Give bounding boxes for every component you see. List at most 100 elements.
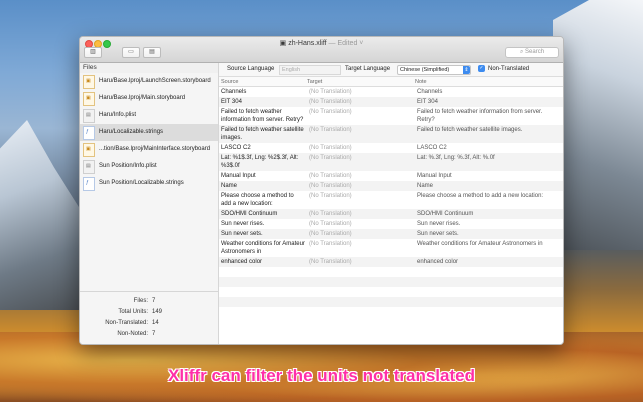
unit-row[interactable]: Lat: %1$.3f, Lng: %2$.3f, Alt: %3$.0f (No… [219,153,563,171]
source-language-label: Source Language [227,66,275,72]
unit-target[interactable]: (No Translation) [307,191,415,209]
app-window: ▣ zh-Hans.xliff — Edited ˅ ▥ ▭ ▤ ⌕ Searc… [79,36,564,345]
unit-source: Sun never rises. [221,221,265,227]
strings-file-icon: ƒ [83,177,95,191]
unit-target[interactable]: (No Translation) [307,107,415,125]
stat-label: Non-Translated: [105,320,148,326]
title-bar: ▣ zh-Hans.xliff — Edited ˅ ▥ ▭ ▤ ⌕ Searc… [80,37,563,63]
column-target[interactable]: Target [307,79,322,85]
background-mountain-left [0,120,90,310]
unit-row[interactable]: LASCO C2 (No Translation) LASCO C2 [219,143,563,153]
unit-row[interactable]: Please choose a method to add a new loca… [219,191,563,209]
stat-value: 7 [152,298,156,304]
file-list-item[interactable]: ƒ Haru/Localizable.strings [80,124,218,141]
stat-label: Files: [133,298,148,304]
unit-row[interactable]: Sun never rises. (No Translation) Sun neve… [219,219,563,229]
stat-row: Files: 7 [80,296,218,307]
folder-icon: ▭ [128,49,134,55]
storyboard-file-icon: ▣ [83,143,95,157]
unit-row[interactable]: EIT 304 (No Translation) EIT 304 [219,97,563,107]
non-translated-label: Non-Translated [488,66,530,72]
unit-row[interactable]: Channels (No Translation) Channels [219,87,563,97]
unit-source: Please choose a method to add a new loca… [221,193,294,207]
promo-caption: Xliffr can filter the units not translat… [168,366,475,385]
plist-file-icon: ▤ [83,160,95,174]
column-source[interactable]: Source [221,79,238,85]
file-name: Haru/Info.plist [99,112,137,118]
unit-target[interactable]: (No Translation) [307,87,415,97]
unit-row[interactable]: Sun never sets. (No Translation) Sun never… [219,229,563,239]
unit-row[interactable]: SDO/HMI Continuum (No Translation) SDO/HMI… [219,209,563,219]
unit-source: Failed to fetch weather information from… [221,109,304,123]
stat-row: Total Units: 149 [80,307,218,318]
unit-row[interactable]: Failed to fetch weather satellite images… [219,125,563,143]
unit-target[interactable]: (No Translation) [307,239,415,257]
save-button[interactable]: ▤ [143,47,161,58]
unit-row[interactable]: enhanced color (No Translation) enhanced c… [219,257,563,267]
unit-source: Channels [221,89,247,95]
empty-row [219,287,563,297]
stat-value: 7 [152,331,156,337]
unit-target[interactable]: (No Translation) [307,209,415,219]
unit-row[interactable]: Weather conditions for Amateur Astronome… [219,239,563,257]
unit-row[interactable]: Name (No Translation) Name [219,181,563,191]
unit-note: Weather conditions for Amateur Astronome… [417,241,543,247]
unit-note: Failed to fetch weather satellite images… [415,125,563,143]
storyboard-file-icon: ▣ [83,75,95,89]
sidebar-icon: ▥ [90,49,96,55]
empty-row [219,297,563,307]
storyboard-file-icon: ▣ [83,92,95,106]
stat-label: Non-Noted: [117,331,148,337]
file-list-item[interactable]: ▣ Haru/Base.lproj/Main.storyboard [80,90,218,107]
stats-panel: Files: 7 Total Units: 149 Non-Translated: 14 N… [80,291,218,344]
unit-source: EIT 304 [219,97,307,107]
files-header: Files [80,63,218,73]
search-field[interactable]: ⌕ Search [505,47,559,58]
unit-target[interactable]: (No Translation) [307,171,415,181]
file-list: ▣ Haru/Base.lproj/LaunchScreen.storyboard… [80,73,218,192]
file-list-item[interactable]: ƒ Sun Position/Localizable.strings [80,175,218,192]
unit-target[interactable]: (No Translation) [307,143,415,153]
unit-note: Channels [417,89,443,95]
target-language-value: Chinese (Simplified) [400,67,450,73]
unit-note: Please choose a method to add a new loca… [417,193,544,199]
file-name: Sun Position/Info.plist [99,163,157,169]
toggle-sidebar-button[interactable]: ▥ [84,47,102,58]
target-language-label: Target Language [345,66,391,72]
file-list-item[interactable]: ▤ Haru/Info.plist [80,107,218,124]
unit-target[interactable]: (No Translation) [307,219,415,229]
unit-note: Sun never sets. [415,229,563,239]
target-language-select[interactable]: Chinese (Simplified) ⇕ [397,65,471,75]
unit-source: Sun never sets. [219,229,307,239]
unit-source: LASCO C2 [221,145,251,151]
file-list-item[interactable]: ▣ ...tion/Base.lproj/MainInterface.storyb… [80,141,218,158]
window-file-name: zh-Hans.xliff [288,40,327,47]
unit-target[interactable]: (No Translation) [307,257,415,267]
empty-row [219,277,563,287]
unit-row[interactable]: Manual Input (No Translation) Manual Input [219,171,563,181]
file-list-item[interactable]: ▤ Sun Position/Info.plist [80,158,218,175]
column-note[interactable]: Note [415,79,427,85]
unit-target[interactable]: (No Translation) [307,125,415,143]
units-column-header: Source Target Note [219,77,563,87]
unit-row[interactable]: Failed to fetch weather information from… [219,107,563,125]
unit-source: Weather conditions for Amateur Astronome… [221,241,305,255]
unit-note: Manual Input [417,173,452,179]
non-translated-checkbox[interactable]: ✓ [478,65,485,72]
source-language-field: English [279,65,341,75]
empty-row [219,267,563,277]
unit-target[interactable]: (No Translation) [307,229,415,239]
file-name: Sun Position/Localizable.strings [99,180,184,186]
open-folder-button[interactable]: ▭ [122,47,140,58]
unit-target[interactable]: (No Translation) [307,153,415,171]
file-name: Haru/Base.lproj/Main.storyboard [99,95,186,101]
search-placeholder: Search [525,49,545,55]
window-edited-status: — Edited ˅ [328,40,364,47]
unit-source: Manual Input [221,173,256,179]
save-icon: ▤ [149,49,155,55]
unit-target[interactable]: (No Translation) [307,181,415,191]
unit-note: LASCO C2 [417,145,447,151]
file-list-item[interactable]: ▣ Haru/Base.lproj/LaunchScreen.storyboard [80,73,218,90]
unit-target[interactable]: (No Translation) [307,97,415,107]
unit-source: SDO/HMI Continuum [219,209,307,219]
